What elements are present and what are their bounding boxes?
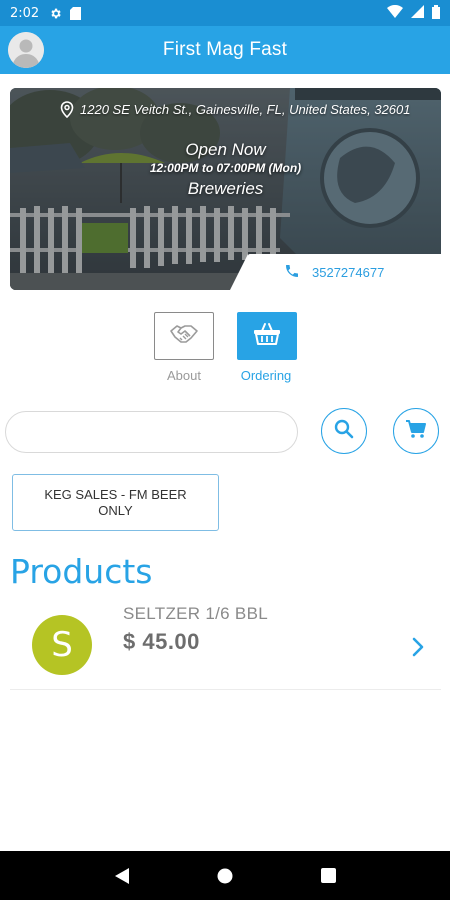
- search-icon: [334, 419, 354, 444]
- tab-about-label: About: [167, 368, 201, 383]
- phone-link[interactable]: 3527274677: [248, 254, 441, 290]
- tab-ordering[interactable]: [237, 312, 297, 360]
- search-button[interactable]: [321, 408, 367, 454]
- gear-icon: [49, 7, 62, 20]
- app-bar: First Mag Fast: [0, 26, 450, 74]
- store-hours: 12:00PM to 07:00PM (Mon): [149, 161, 302, 175]
- status-time: 2:02: [10, 5, 40, 21]
- store-open-status: Open Now: [185, 140, 266, 159]
- product-initial-avatar: S: [32, 615, 92, 675]
- products-heading: Products: [10, 552, 153, 591]
- back-icon[interactable]: [102, 856, 142, 896]
- basket-icon: [253, 322, 281, 351]
- system-nav-bar: [0, 851, 450, 900]
- app-screen: 2:02 First Mag Fast 1220 SE Veitch St., …: [0, 0, 450, 900]
- app-title: First Mag Fast: [162, 39, 288, 60]
- user-avatar-icon[interactable]: [8, 32, 44, 68]
- location-pin-icon: [60, 100, 74, 118]
- category-chip-keg-sales[interactable]: KEG SALES - FM BEER ONLY: [12, 474, 219, 531]
- product-price: $ 45.00: [123, 629, 200, 654]
- phone-icon: [284, 263, 300, 282]
- cart-icon: [405, 419, 427, 444]
- store-address: 1220 SE Veitch St., Gainesville, FL, Uni…: [60, 98, 435, 120]
- signal-icon: [411, 5, 424, 21]
- battery-icon: [432, 4, 440, 22]
- sd-card-icon: [70, 6, 82, 20]
- search-input[interactable]: [5, 411, 298, 453]
- handshake-icon: [169, 323, 199, 350]
- store-address-text: 1220 SE Veitch St., Gainesville, FL, Uni…: [80, 101, 411, 117]
- recents-icon[interactable]: [308, 856, 348, 896]
- home-icon[interactable]: [205, 856, 245, 896]
- wifi-icon: [387, 4, 403, 21]
- phone-number: 3527274677: [312, 264, 385, 280]
- phone-tab-corner: [230, 254, 248, 290]
- chevron-right-icon[interactable]: [411, 636, 425, 663]
- tab-about[interactable]: [154, 312, 214, 360]
- tab-ordering-label: Ordering: [240, 368, 292, 383]
- product-name: SELTZER 1/6 BBL: [123, 604, 268, 623]
- store-category: Breweries: [187, 179, 264, 198]
- status-bar: 2:02: [0, 0, 450, 26]
- product-list-item[interactable]: S SELTZER 1/6 BBL $ 45.00: [10, 598, 441, 690]
- cart-button[interactable]: [393, 408, 439, 454]
